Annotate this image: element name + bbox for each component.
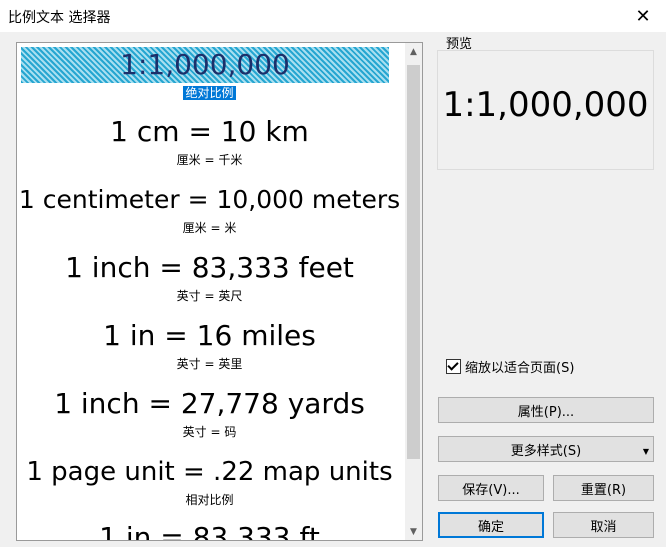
save-button-label: 保存(V)... (462, 482, 520, 498)
list-item-text: 1 inch = 27,778 yards (54, 387, 365, 420)
dropdown-arrow-icon: ▼ (642, 447, 649, 456)
list-item-text: 1 in = 16 miles (103, 319, 316, 352)
list-item-desc: 相对比例 (185, 493, 234, 507)
scroll-up-button[interactable]: ▲ (405, 43, 422, 60)
list-item-desc: 厘米 = 米 (182, 221, 237, 235)
fit-page-label: 缩放以适合页面(S) (465, 361, 575, 376)
list-scrollbar[interactable]: ▲ ▼ (405, 43, 422, 540)
list-item[interactable]: 1 inch = 27,778 yards 英寸 = 码 (17, 387, 402, 440)
list-item-desc: 英寸 = 码 (182, 425, 237, 439)
list-item[interactable]: 1 in = 83,333 ft (17, 521, 402, 541)
preview-value: 1:1,000,000 (442, 85, 649, 125)
cancel-button[interactable]: 取消 (553, 512, 654, 538)
window-title: 比例文本 选择器 (8, 10, 111, 26)
fit-page-option[interactable]: 缩放以适合页面(S) (446, 357, 574, 376)
list-item[interactable]: 1 inch = 83,333 feet 英寸 = 英尺 (17, 251, 402, 304)
close-icon: ✕ (635, 5, 651, 27)
list-item-text: 1 cm = 10 km (110, 115, 309, 148)
more-styles-button-label: 更多样式(S) (510, 443, 582, 459)
scroll-thumb[interactable] (407, 65, 420, 459)
list-item-desc: 英寸 = 英里 (176, 357, 243, 371)
close-button[interactable]: ✕ (620, 0, 666, 32)
list-item[interactable]: 1 in = 16 miles 英寸 = 英里 (17, 319, 402, 372)
list-item-text: 1:1,000,000 (21, 47, 389, 83)
reset-button[interactable]: 重置(R) (553, 475, 654, 501)
save-button[interactable]: 保存(V)... (438, 475, 544, 501)
properties-button-label: 属性(P)... (517, 404, 575, 420)
list-item-text: 1 page unit = .22 map units (26, 457, 393, 487)
chevron-down-icon: ▼ (410, 526, 417, 537)
list-item-desc: 厘米 = 千米 (176, 153, 243, 167)
cancel-button-label: 取消 (590, 519, 617, 535)
properties-button[interactable]: 属性(P)... (438, 397, 654, 423)
scale-text-list[interactable]: 1:1,000,000 绝对比例 1 cm = 10 km 厘米 = 千米 1 … (16, 42, 423, 541)
list-item-desc: 英寸 = 英尺 (176, 289, 243, 303)
list-item[interactable]: 1 cm = 10 km 厘米 = 千米 (17, 115, 402, 168)
more-styles-button[interactable]: 更多样式(S) ▼ (438, 436, 654, 462)
list-item-desc: 绝对比例 (183, 86, 236, 100)
scroll-down-button[interactable]: ▼ (405, 523, 422, 540)
ok-button[interactable]: 确定 (438, 512, 544, 538)
chevron-up-icon: ▲ (410, 46, 417, 57)
list-item-text: 1 centimeter = 10,000 meters (18, 185, 401, 214)
fit-page-checkbox[interactable] (446, 359, 461, 374)
title-bar: 比例文本 选择器 ✕ (0, 0, 666, 32)
preview-panel: 1:1,000,000 (437, 50, 654, 170)
list-item-text: 1 in = 83,333 ft (99, 521, 320, 541)
ok-button-label: 确定 (477, 519, 504, 535)
list-item[interactable]: 1 centimeter = 10,000 meters 厘米 = 米 (17, 183, 402, 236)
list-item-text: 1 inch = 83,333 feet (65, 251, 354, 284)
list-item[interactable]: 1 page unit = .22 map units 相对比例 (17, 455, 402, 508)
list-item[interactable]: 1:1,000,000 绝对比例 (17, 45, 402, 101)
reset-button-label: 重置(R) (580, 482, 627, 498)
